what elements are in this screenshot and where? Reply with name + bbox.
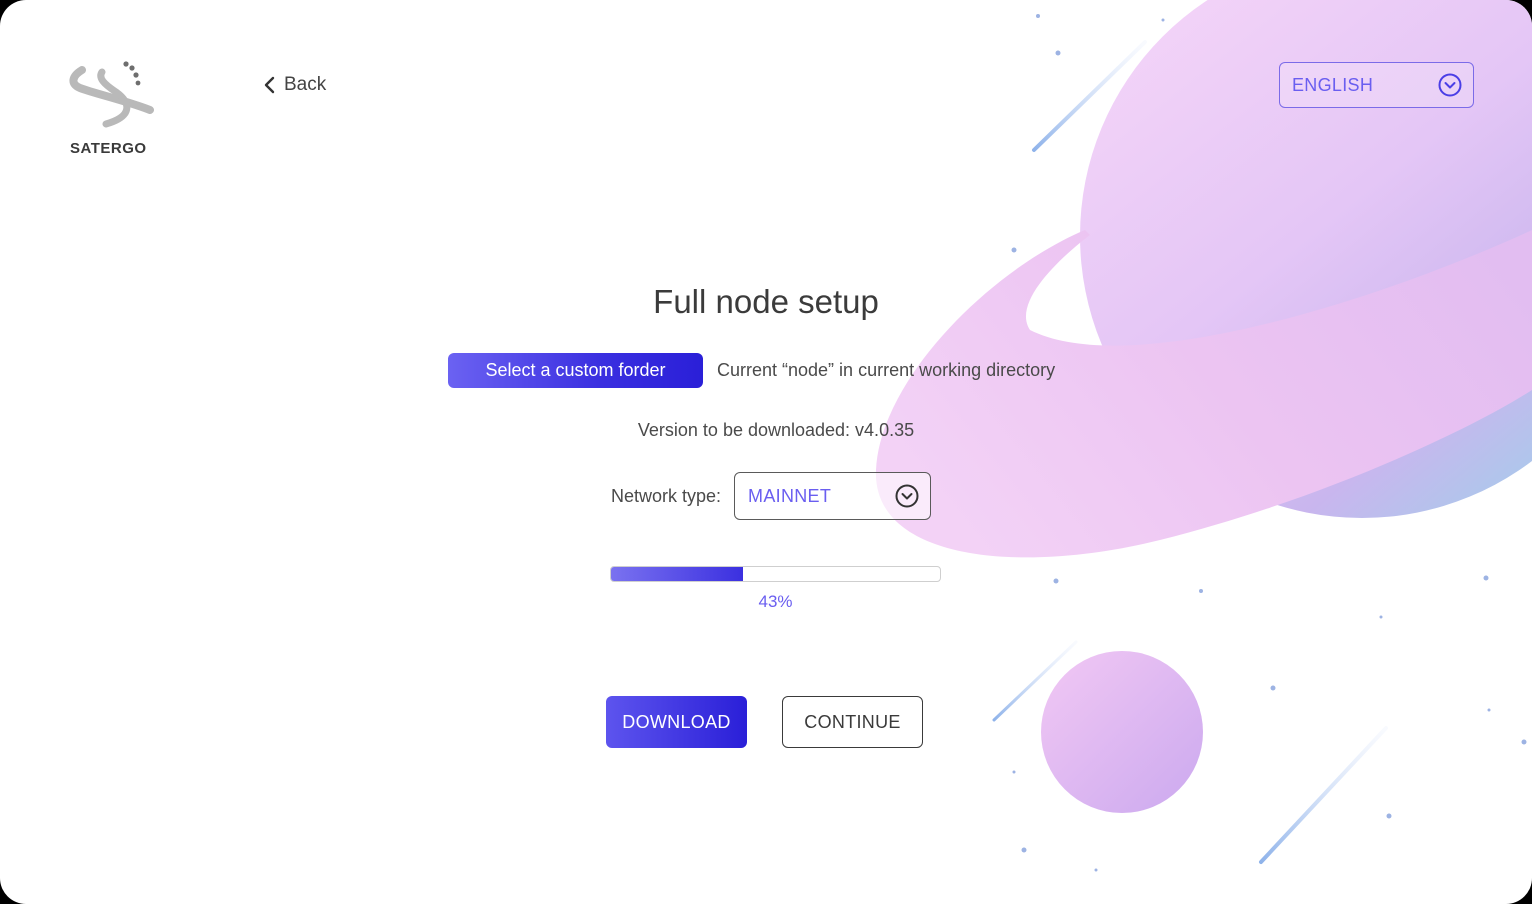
download-button[interactable]: DOWNLOAD <box>606 696 747 748</box>
chevron-down-circle-icon <box>1438 73 1462 97</box>
chevron-down-circle-icon <box>895 484 919 508</box>
language-value: ENGLISH <box>1292 74 1374 95</box>
satergo-logo-icon <box>69 61 154 128</box>
select-folder-button[interactable]: Select a custom forder <box>448 353 703 388</box>
continue-button[interactable]: CONTINUE <box>782 696 923 748</box>
page-title: Full node setup <box>653 283 879 320</box>
back-button[interactable]: Back <box>262 74 326 96</box>
chevron-left-icon <box>264 76 275 94</box>
progress-percent: 43% <box>758 592 793 611</box>
network-value: MAINNET <box>748 485 832 506</box>
folder-row: Select a custom forder Current “node” in… <box>448 353 1055 388</box>
download-progress-bar <box>610 566 941 582</box>
folder-note: Current “node” in current working direct… <box>717 360 1056 380</box>
version-text: Version to be downloaded: v4.0.35 <box>637 420 915 440</box>
planet-ring <box>875 230 1532 558</box>
app-window: SATERGO Back ENGLISH Full node setup Sel… <box>0 0 1532 904</box>
progress-fill <box>611 567 743 581</box>
language-select[interactable]: ENGLISH <box>1279 62 1474 108</box>
small-moon <box>1041 651 1203 813</box>
network-row: Network type: MAINNET <box>611 472 932 520</box>
brand-name: SATERGO <box>70 140 147 157</box>
planet-illustration <box>875 0 1532 872</box>
network-type-select[interactable]: MAINNET <box>734 472 932 520</box>
network-label: Network type: <box>611 485 722 506</box>
back-label: Back <box>284 74 327 95</box>
brand-logo: SATERGO <box>66 58 158 157</box>
